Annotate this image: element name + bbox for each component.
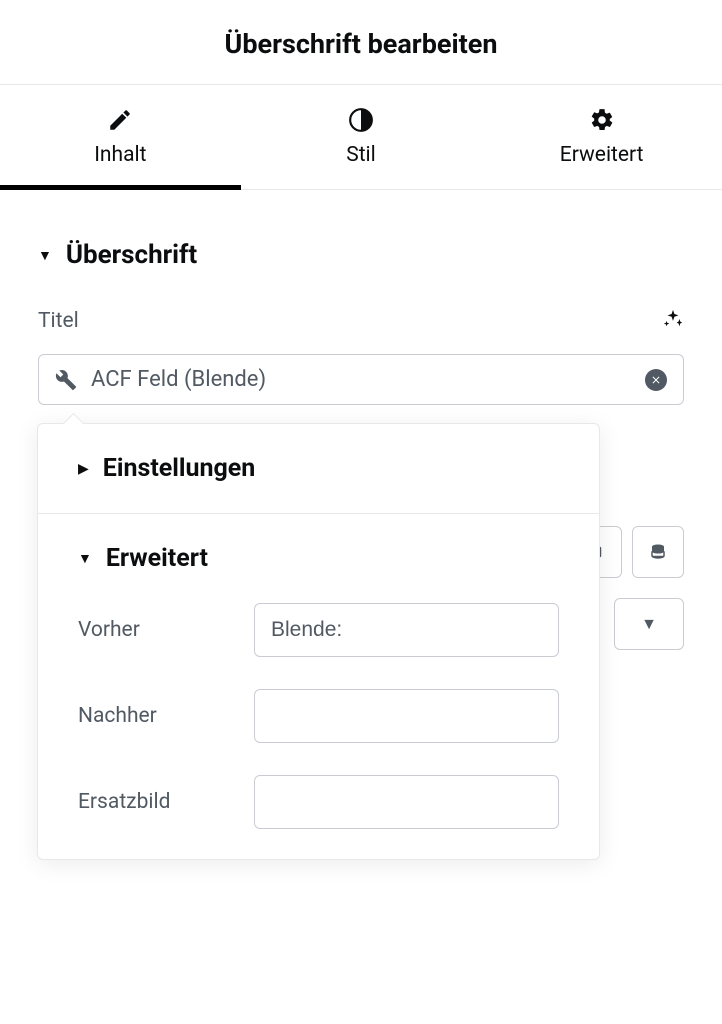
dynamic-value: ACF Feld (Blende) [91,367,631,392]
tabs: Inhalt Stil Erweitert [0,84,722,190]
tab-advanced[interactable]: Erweitert [481,85,722,189]
tab-content[interactable]: Inhalt [0,85,241,190]
gear-icon [589,107,615,133]
settings-toggle[interactable]: ▶ Einstellungen [78,454,559,483]
fallback-input[interactable] [254,775,559,829]
circle-half-icon [348,107,374,133]
tab-advanced-label: Erweitert [560,143,644,167]
section-title: Überschrift [66,240,197,270]
pencil-icon [107,107,133,133]
panel-header: Überschrift bearbeiten [0,0,722,84]
clear-dynamic-button[interactable] [645,369,667,391]
tab-content-label: Inhalt [94,143,146,167]
panel-body: ▼ Überschrift Titel ACF Feld (Blende) ▼ [0,190,722,405]
title-dynamic-input[interactable]: ACF Feld (Blende) [38,354,684,405]
dropdown-button[interactable]: ▼ [614,598,684,650]
database-button[interactable] [632,526,684,578]
caret-right-icon: ▶ [78,461,89,477]
before-label: Vorher [78,618,234,642]
tab-style[interactable]: Stil [241,85,482,189]
before-field-row: Vorher [78,603,559,657]
fallback-field-row: Ersatzbild [78,775,559,829]
close-icon [650,374,662,386]
advanced-toggle[interactable]: ▼ Erweitert [78,544,559,573]
sparkles-icon [662,308,684,330]
dynamic-settings-popover: ▶ Einstellungen ▼ Erweitert Vorher Nachh… [37,423,600,860]
before-input[interactable] [254,603,559,657]
caret-down-icon: ▼ [78,550,92,567]
title-label: Titel [38,309,79,333]
ai-action[interactable] [662,308,684,334]
title-control-row: Titel [38,308,684,334]
section-heading-toggle[interactable]: ▼ Überschrift [38,240,684,270]
after-label: Nachher [78,704,234,728]
tab-style-label: Stil [346,143,376,167]
wrench-icon [55,369,77,391]
settings-title: Einstellungen [103,454,256,483]
after-field-row: Nachher [78,689,559,743]
popover-settings-section: ▶ Einstellungen [38,424,599,514]
advanced-title: Erweitert [106,544,208,573]
panel-title: Überschrift bearbeiten [0,28,722,60]
caret-down-icon: ▼ [38,247,52,264]
caret-down-icon: ▼ [641,614,657,634]
popover-advanced-section: ▼ Erweitert Vorher Nachher Ersatzbild [38,514,599,859]
advanced-fields: Vorher Nachher Ersatzbild [78,603,559,829]
fallback-label: Ersatzbild [78,790,234,814]
after-input[interactable] [254,689,559,743]
database-icon [649,543,667,561]
